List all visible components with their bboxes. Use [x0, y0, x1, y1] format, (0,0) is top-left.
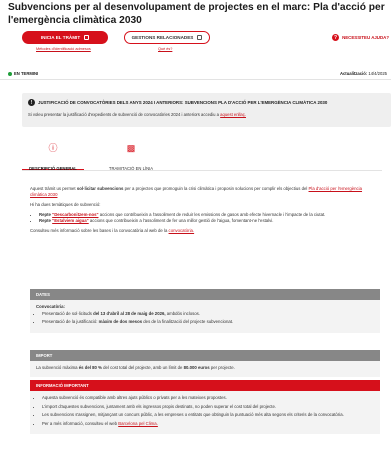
- what-is-it-link[interactable]: Què és?: [158, 47, 172, 51]
- intro-text: per a projectes que promoguin la crisi c…: [124, 186, 308, 191]
- external-link-icon: [84, 35, 90, 40]
- need-help-link[interactable]: ? NECESSITEU AJUDA?: [332, 34, 389, 41]
- barcelona-climate-link[interactable]: Barcelona pel Clima.: [118, 421, 158, 426]
- alert-title: JUSTIFICACIÓ DE CONVOCATÒRIES DELS ANYS …: [38, 100, 328, 105]
- external-link-icon: [197, 35, 203, 40]
- dates-box: DATES Convocatòria: Presentació de sol·l…: [30, 289, 380, 333]
- monitor-icon: ▩: [126, 143, 136, 153]
- dates-list: Presentació de sol·licituds del 13 d'abr…: [36, 311, 374, 326]
- amount-bold: 80.000 euros: [183, 365, 210, 370]
- dates-body: Convocatòria: Presentació de sol·licitud…: [30, 300, 380, 333]
- description-content: Aquest tràmit us permet sol·licitar subv…: [30, 186, 378, 237]
- amount-text: per projecte.: [210, 365, 235, 370]
- convocation-link[interactable]: convocatòria.: [169, 228, 195, 233]
- date-bold: del 13 d'abril al 28 de maig de 2026,: [93, 310, 166, 316]
- themes-paragraph: Hi ha dues temàtiques de subvenció:: [30, 201, 101, 207]
- dates-header: DATES: [30, 289, 380, 300]
- status-label: EN TERMINI: [14, 71, 39, 76]
- list-item: Les subvencions s'assignen, mitjançant u…: [42, 412, 374, 419]
- tab-bar: ⓘ DESCRIPCIÓ GENERAL ▩ TRAMITACIÓ EN LÍN…: [22, 140, 382, 172]
- intro-bold: sol·licitar subvencions: [76, 186, 124, 191]
- theme-label: Repte: [39, 217, 51, 223]
- save-water-link[interactable]: "Estalviem aigua": [52, 218, 89, 223]
- page: Subvencions per al desenvolupament de pr…: [0, 0, 391, 452]
- status-bar: EN TERMINI Actualització: 14/4/2025: [0, 69, 391, 80]
- date-text: ambdós inclosos.: [166, 310, 200, 316]
- alert-banner: ! JUSTIFICACIÓ DE CONVOCATÒRIES DELS ANY…: [22, 93, 391, 127]
- last-updated-label: Actualització:: [339, 71, 368, 76]
- more-info-paragraph: Consulteu més informació sobre les bases…: [30, 228, 378, 234]
- amount-header: IMPORT: [30, 350, 380, 361]
- need-help-label: NECESSITEU AJUDA?: [342, 35, 389, 40]
- decarbonize-link[interactable]: "Descarbonitzem-nos": [52, 212, 98, 217]
- more-info-text: Consulteu més informació sobre les bases…: [30, 227, 168, 233]
- related-procedures-button[interactable]: GESTIONS RELACIONADES: [124, 31, 210, 44]
- amount-body: La subvenció màxima és del 80 % del cost…: [30, 361, 380, 377]
- list-item: Aquesta subvenció és compatible amb altr…: [42, 395, 374, 402]
- theme-text: accions que contribueixin a l'assoliment…: [99, 211, 326, 217]
- amount-box: IMPORT La subvenció màxima és del 80 % d…: [30, 350, 380, 377]
- list-item: Presentació de sol·licituds del 13 d'abr…: [42, 311, 374, 318]
- list-item: L'import d'aquestes subvencions, juntame…: [42, 404, 374, 411]
- theme-text: accions que contribueixin a l'assoliment…: [89, 217, 274, 223]
- alert-text: Si voleu presentar la justificació d'exp…: [28, 112, 246, 117]
- tab-online-processing[interactable]: ▩ TRAMITACIÓ EN LÍNIA: [100, 140, 162, 172]
- amount-text: del cost total del projecte, amb un lími…: [103, 365, 183, 370]
- last-updated-value: 14/4/2025: [368, 71, 387, 76]
- page-title: Subvencions per al desenvolupament de pr…: [8, 2, 385, 26]
- help-icon: ?: [332, 34, 340, 41]
- warning-icon: !: [28, 99, 35, 106]
- tab-general-description[interactable]: ⓘ DESCRIPCIÓ GENERAL: [22, 140, 84, 171]
- info-icon: ⓘ: [48, 143, 58, 153]
- status-badge: EN TERMINI: [8, 71, 38, 76]
- intro-paragraph: Aquest tràmit us permet sol·licitar subv…: [30, 186, 378, 198]
- intro-text: Aquest tràmit us permet: [30, 186, 76, 191]
- status-dot-icon: [8, 71, 12, 76]
- alert-link[interactable]: aquest enllaç.: [220, 112, 246, 117]
- related-procedures-label: GESTIONS RELACIONADES: [131, 35, 194, 40]
- date-text: Presentació de sol·licituds: [42, 310, 92, 316]
- amount-text: La subvenció màxima: [36, 365, 78, 370]
- date-bold: màxim de dos mesos: [98, 319, 143, 325]
- info-text: Per a més informació, consulteu el web: [42, 420, 117, 426]
- important-info-box: INFORMACIÓ IMPORTANT Aquesta subvenció é…: [30, 380, 380, 435]
- dates-subtitle: Convocatòria:: [36, 304, 65, 309]
- start-procedure-label: INICIA EL TRÀMIT: [40, 35, 81, 40]
- date-text: Presentació de la justificació:: [42, 319, 98, 325]
- last-updated: Actualització: 14/4/2025: [340, 71, 387, 76]
- list-item: Repte "Estalviem aigua" accions que cont…: [39, 218, 378, 224]
- theme-label: Repte: [39, 211, 51, 217]
- important-info-body: Aquesta subvenció és compatible amb altr…: [30, 391, 380, 434]
- amount-bold: és del 80 %: [78, 365, 102, 370]
- identification-methods-link[interactable]: Mètodes d'identificació admesos: [36, 47, 91, 51]
- alert-text-body: Si voleu presentar la justificació d'exp…: [28, 112, 219, 117]
- list-item: Presentació de la justificació: màxim de…: [42, 319, 374, 326]
- important-info-list: Aquesta subvenció és compatible amb altr…: [36, 395, 374, 427]
- date-text: des de la finalització del projecte subv…: [143, 319, 234, 325]
- themes-list: Repte "Descarbonitzem-nos" accions que c…: [30, 212, 378, 224]
- list-item: Per a més informació, consulteu el web B…: [42, 421, 374, 428]
- tab-divider: [22, 170, 382, 171]
- important-info-header: INFORMACIÓ IMPORTANT: [30, 380, 380, 391]
- start-procedure-button[interactable]: INICIA EL TRÀMIT: [22, 31, 108, 44]
